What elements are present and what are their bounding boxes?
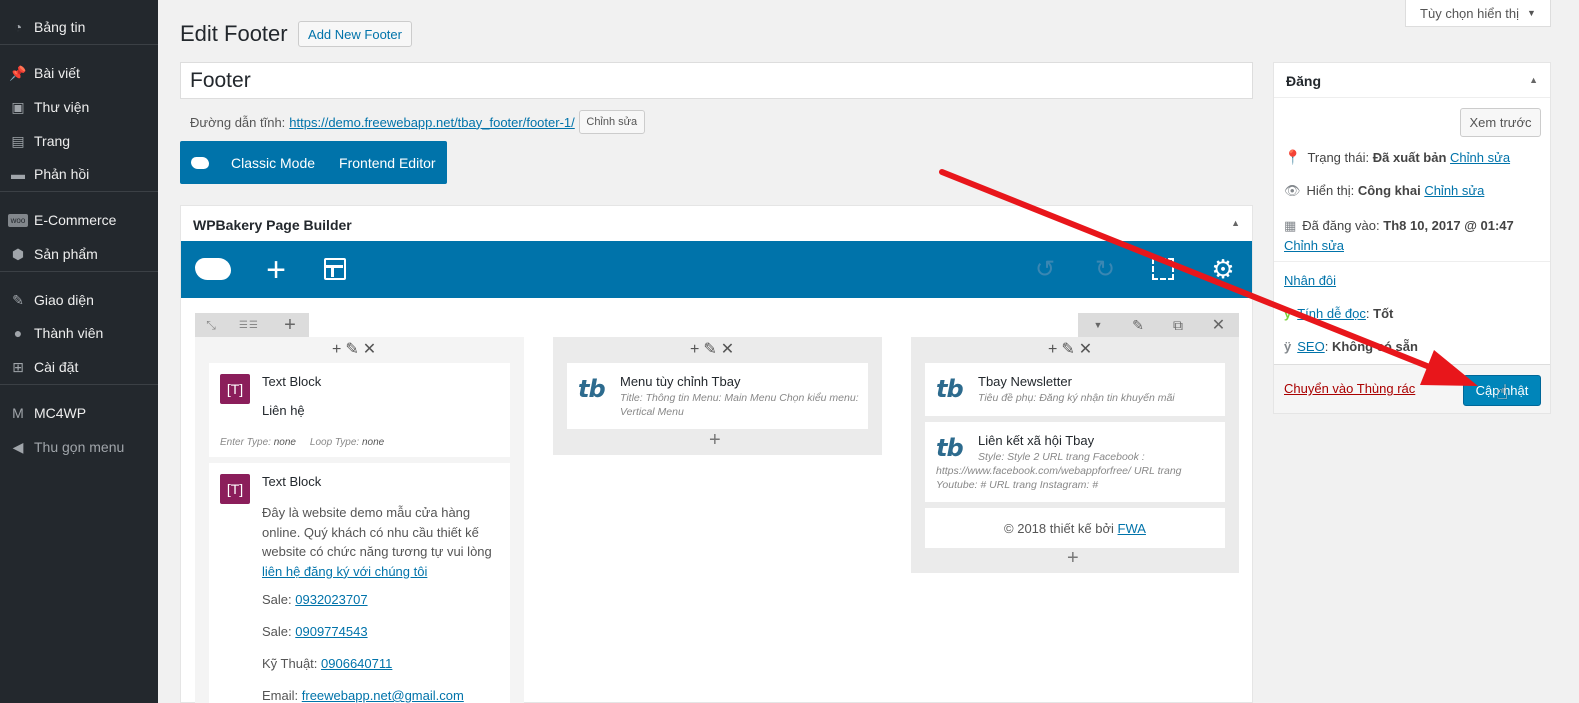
annotation-arrow bbox=[939, 169, 1478, 386]
mouse-cursor-icon: ☝ bbox=[1496, 382, 1509, 404]
